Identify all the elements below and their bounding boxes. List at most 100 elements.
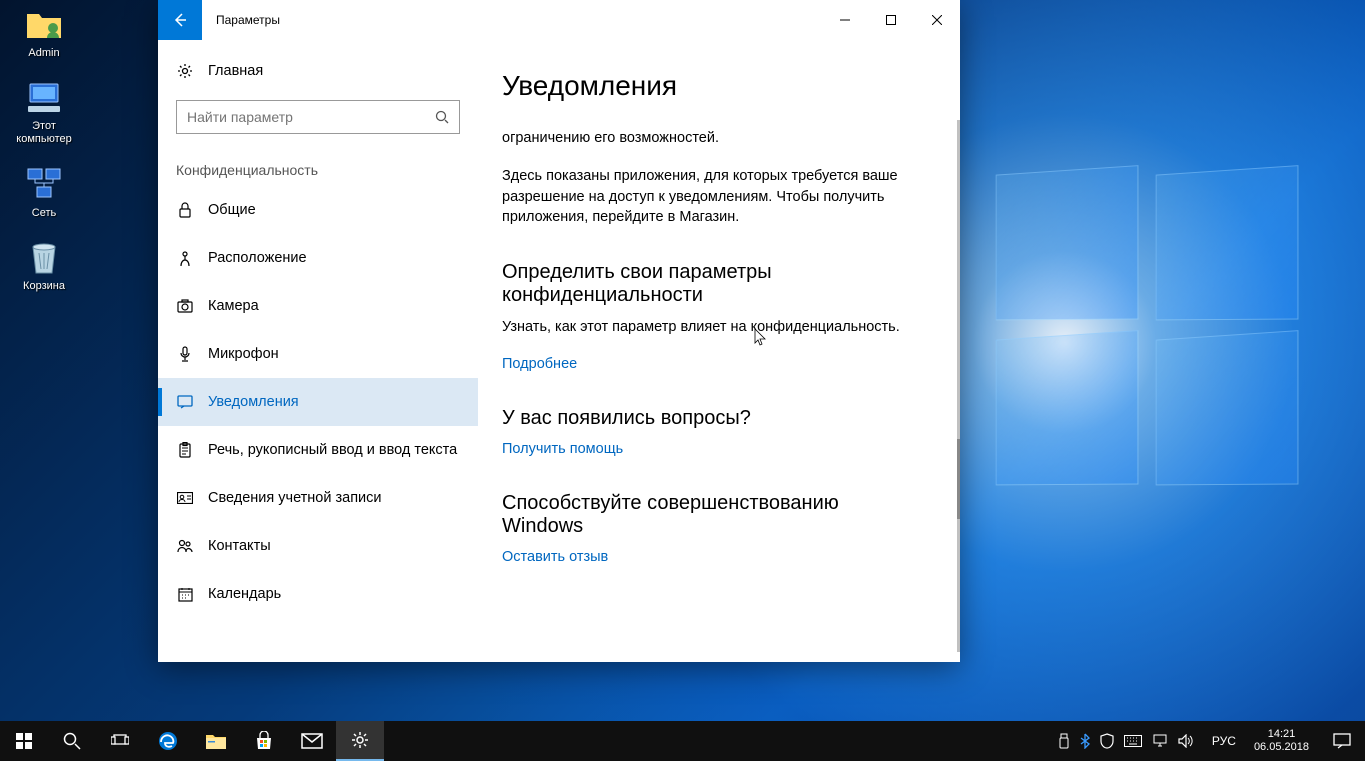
contacts-icon [176,539,194,553]
taskview-button[interactable] [96,721,144,761]
sidebar-item-camera[interactable]: Камера [158,282,478,330]
settings-content: Уведомления ограничению его возможностей… [478,40,960,662]
desktop-icon-network[interactable]: Сеть [8,165,80,220]
taskbar-app-explorer[interactable] [192,721,240,761]
tray-volume-icon[interactable] [1178,734,1194,748]
wallpaper-pane [1156,330,1299,485]
wallpaper-pane [996,330,1139,485]
sidebar-item-label: Речь, рукописный ввод и ввод текста [208,442,457,458]
search-icon [63,732,81,750]
close-button[interactable] [914,0,960,40]
tray-security-icon[interactable] [1100,733,1114,749]
maximize-icon [886,15,896,25]
sidebar-item-account[interactable]: Сведения учетной записи [158,474,478,522]
sidebar-item-speech[interactable]: Речь, рукописный ввод и ввод текста [158,426,478,474]
desktop-icon-label: Admin [28,47,59,60]
desktop-icon-admin[interactable]: Admin [8,5,80,60]
titlebar[interactable]: Параметры [158,0,960,40]
section-heading: Определить свои параметры конфиденциальн… [502,261,924,307]
content-text: Узнать, как этот параметр влияет на конф… [502,317,924,337]
location-icon [176,250,194,266]
search-icon [435,110,449,124]
sidebar-item-location[interactable]: Расположение [158,234,478,282]
search-input[interactable] [187,109,435,125]
tray-usb-icon[interactable] [1058,733,1070,749]
learn-more-link[interactable]: Подробнее [502,356,577,372]
system-tray [1048,733,1204,749]
tray-keyboard-icon[interactable] [1124,735,1142,747]
scrollbar[interactable] [957,120,960,652]
content-text: ограничению его возможностей. [502,128,924,148]
back-button[interactable] [158,0,202,40]
get-help-link[interactable]: Получить помощь [502,441,623,457]
windows-icon [16,733,32,749]
language-indicator[interactable]: РУС [1204,734,1244,748]
mail-icon [301,733,323,749]
content-text: Здесь показаны приложения, для которых т… [502,166,924,227]
start-button[interactable] [0,721,48,761]
sidebar-item-label: Календарь [208,586,281,602]
taskview-icon [111,734,129,748]
taskbar-clock[interactable]: 14:21 06.05.2018 [1244,728,1319,754]
action-center-button[interactable] [1319,733,1365,749]
camera-icon [176,299,194,313]
taskbar: РУС 14:21 06.05.2018 [0,721,1365,761]
settings-window: Параметры Главная [158,0,960,662]
page-title: Уведомления [502,70,924,102]
sidebar-item-notifications[interactable]: Уведомления [158,378,478,426]
sidebar-item-contacts[interactable]: Контакты [158,522,478,570]
desktop-icon-label: Сеть [32,207,56,220]
recycle-bin-icon [24,238,64,278]
window-controls [822,0,960,40]
desktop-icons: Admin Этот компьютер Сеть Корзина [8,5,80,293]
arrow-left-icon [172,12,188,28]
maximize-button[interactable] [868,0,914,40]
minimize-icon [840,15,850,25]
sidebar-item-label: Уведомления [208,394,299,410]
desktop-icon-label: Этот компьютер [8,120,80,146]
calendar-icon [176,587,194,602]
tray-bluetooth-icon[interactable] [1080,733,1090,749]
computer-icon [24,78,64,118]
network-icon [24,165,64,205]
notification-icon [1333,733,1351,749]
sidebar-item-calendar[interactable]: Календарь [158,570,478,618]
desktop-icon-recycle-bin[interactable]: Корзина [8,238,80,293]
tray-network-icon[interactable] [1152,734,1168,748]
desktop-icon-label: Корзина [23,280,65,293]
section-heading: Способствуйте совершенствованию Windows [502,492,924,538]
sidebar-item-label: Расположение [208,250,307,266]
scrollbar-thumb[interactable] [957,439,960,519]
taskbar-app-edge[interactable] [144,721,192,761]
wallpaper-pane [996,165,1139,320]
user-folder-icon [24,5,64,45]
settings-sidebar: Главная Конфиденциальность Общие Располо… [158,40,478,662]
microphone-icon [176,346,194,362]
sidebar-item-label: Контакты [208,538,271,554]
section-heading: У вас появились вопросы? [502,407,924,430]
desktop-icon-this-pc[interactable]: Этот компьютер [8,78,80,146]
store-icon [254,731,274,751]
sidebar-item-label: Общие [208,202,256,218]
account-card-icon [176,492,194,504]
sidebar-item-label: Сведения учетной записи [208,490,382,506]
sidebar-section-title: Конфиденциальность [158,144,478,186]
window-title: Параметры [216,13,822,27]
sidebar-item-microphone[interactable]: Микрофон [158,330,478,378]
taskbar-app-mail[interactable] [288,721,336,761]
taskbar-app-store[interactable] [240,721,288,761]
gear-icon [176,63,194,79]
notification-icon [176,395,194,409]
taskbar-app-settings[interactable] [336,721,384,761]
sidebar-home-label: Главная [208,63,263,79]
sidebar-home[interactable]: Главная [158,50,478,92]
search-button[interactable] [48,721,96,761]
feedback-link[interactable]: Оставить отзыв [502,549,608,565]
clock-date: 06.05.2018 [1254,741,1309,754]
taskbar-left [0,721,384,761]
minimize-button[interactable] [822,0,868,40]
edge-icon [157,730,179,752]
sidebar-item-general[interactable]: Общие [158,186,478,234]
gear-icon [350,730,370,750]
search-input-container[interactable] [176,100,460,134]
